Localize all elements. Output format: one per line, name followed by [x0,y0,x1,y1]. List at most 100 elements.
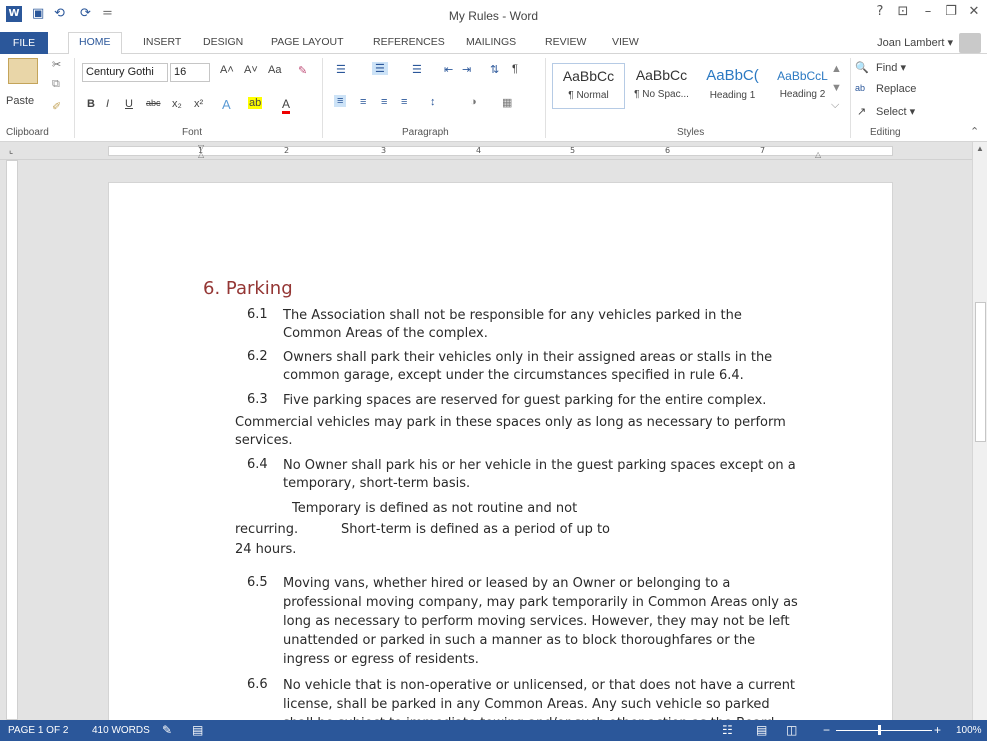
hanging-indent-marker-icon[interactable]: △ [198,150,204,159]
proofing-icon[interactable]: ✎ [162,723,172,737]
tab-page-layout[interactable]: PAGE LAYOUT [271,36,344,48]
styles-scroll-down-icon[interactable]: ▼ [831,82,842,94]
paragraph-line: services. [235,433,293,448]
strikethrough-button[interactable]: abc [146,98,161,108]
web-layout-icon[interactable]: ◫ [786,723,797,737]
zoom-out-icon[interactable]: − [823,723,830,737]
read-mode-icon[interactable]: ☷ [722,723,733,737]
paste-icon[interactable] [8,58,38,84]
styles-more-icon[interactable]: ⌵ [831,99,839,112]
tab-view[interactable]: VIEW [612,36,639,48]
italic-button[interactable]: I [106,98,109,110]
zoom-in-icon[interactable]: + [934,723,941,737]
list-item: Common Areas of the complex. [283,326,488,341]
tab-insert[interactable]: INSERT [143,36,181,48]
styles-scroll-up-icon[interactable]: ▲ [831,63,842,75]
ruler-number: 3 [381,146,387,155]
vertical-scrollbar[interactable]: ▲ [972,142,987,720]
scroll-up-icon[interactable]: ▲ [976,144,984,153]
clipboard-group-label: Clipboard [6,127,49,138]
tab-mailings[interactable]: MAILINGS [466,36,516,48]
style-heading-1[interactable]: AaBbC( Heading 1 [696,63,769,109]
grow-font-button[interactable]: A˄ [220,64,234,76]
change-case-button[interactable]: Aa [268,64,281,76]
page-count[interactable]: PAGE 1 OF 2 [8,725,68,736]
ruler-number: 2 [284,146,290,155]
minimize-button[interactable]: – [918,4,938,19]
highlight-button[interactable]: ab [248,97,263,109]
tab-design[interactable]: DESIGN [203,36,243,48]
shrink-font-button[interactable]: A˅ [244,64,258,76]
font-name-box[interactable]: Century Gothi [82,63,168,82]
find-button[interactable]: Find ▾ [876,61,906,74]
numbering-icon[interactable]: ☰ [372,62,388,75]
zoom-level[interactable]: 100% [956,725,982,736]
font-group-label: Font [182,127,203,138]
zoom-slider-thumb[interactable] [878,725,881,735]
ribbon: Paste ✂ ⧉ ✐ Clipboard Century Gothi 16 A… [0,54,987,142]
list-number: 6.3 [247,392,268,407]
increase-indent-icon[interactable]: ⇥ [462,63,471,76]
style-no-spacing[interactable]: AaBbCc ¶ No Spac... [625,63,698,109]
status-bar: PAGE 1 OF 2 410 WORDS ✎ ▤ ☷ ▤ ◫ − + 100% [0,720,987,741]
text-effects-button[interactable]: A [222,97,231,112]
clear-formatting-icon[interactable]: ✎ [298,64,307,77]
decrease-indent-icon[interactable]: ⇤ [444,63,453,76]
select-button[interactable]: Select ▾ [876,105,915,118]
copy-icon[interactable]: ⧉ [52,78,60,91]
replace-button[interactable]: Replace [876,83,916,95]
tab-selector-icon[interactable]: ⌞ [9,145,13,156]
font-size-box[interactable]: 16 [170,63,210,82]
tab-review[interactable]: REVIEW [545,36,586,48]
editing-group-label: Editing [870,127,901,138]
list-item: No vehicle that is non-operative or unli… [283,678,796,693]
shading-icon[interactable]: ◑ [470,96,477,108]
show-formatting-icon[interactable]: ¶ [512,63,518,75]
user-account[interactable]: Joan Lambert ▾ [877,36,953,49]
restore-button[interactable]: ❐ [941,4,961,19]
style-normal[interactable]: AaBbCc ¶ Normal [552,63,625,109]
list-item: common garage, except under the circumst… [283,368,744,383]
justify-icon[interactable]: ≡ [401,96,407,108]
vertical-ruler[interactable] [6,160,18,720]
word-count[interactable]: 410 WORDS [92,725,150,736]
font-color-button[interactable]: A [282,97,291,114]
ruler-number: 6 [665,146,671,155]
align-right-icon[interactable]: ≡ [381,96,387,108]
collapse-ribbon-icon[interactable]: ⌃ [970,125,979,138]
document-page[interactable]: 6. Parking 6.1 The Association shall not… [108,182,893,741]
align-left-icon[interactable]: ≡ [334,95,347,107]
underline-button[interactable]: U [125,98,133,110]
print-layout-icon[interactable]: ▤ [756,723,767,737]
bold-button[interactable]: B [87,98,95,110]
align-center-icon[interactable]: ≡ [360,96,366,108]
bullets-icon[interactable]: ☰ [336,63,346,76]
paste-button[interactable]: Paste [6,95,34,107]
help-button[interactable]: ? [870,4,890,19]
tab-references[interactable]: REFERENCES [373,36,445,48]
horizontal-ruler[interactable]: ⌞ 1 2 3 4 5 6 7 ▽ △ △ [0,142,987,160]
cut-icon[interactable]: ✂ [52,58,61,71]
tab-file[interactable]: FILE [0,32,48,54]
replace-icon: ab [855,83,866,93]
style-heading-2[interactable]: AaBbCcL Heading 2 [766,63,839,109]
subscript-button[interactable]: x₂ [172,98,182,110]
paragraph-group-label: Paragraph [402,127,449,138]
sort-icon[interactable]: ⇅ [490,63,499,76]
scroll-thumb[interactable] [975,302,986,442]
zoom-slider[interactable] [836,730,932,731]
multilevel-list-icon[interactable]: ☰ [412,63,422,76]
macro-record-icon[interactable]: ▤ [192,723,203,737]
heading-parking: 6. Parking [203,278,293,299]
superscript-button[interactable]: x² [194,98,203,110]
find-icon: 🔍 [855,62,869,74]
ribbon-display-options-icon[interactable]: ⊡ [893,4,913,19]
right-indent-marker-icon[interactable]: △ [815,150,821,159]
tab-home[interactable]: HOME [68,32,122,55]
borders-icon[interactable]: ▦ [502,96,512,109]
format-painter-icon[interactable]: ✐ [52,100,61,113]
line-spacing-icon[interactable]: ↕ [430,96,436,108]
avatar[interactable] [959,33,981,53]
close-button[interactable]: ✕ [964,4,984,19]
list-item: Five parking spaces are reserved for gue… [283,393,767,408]
